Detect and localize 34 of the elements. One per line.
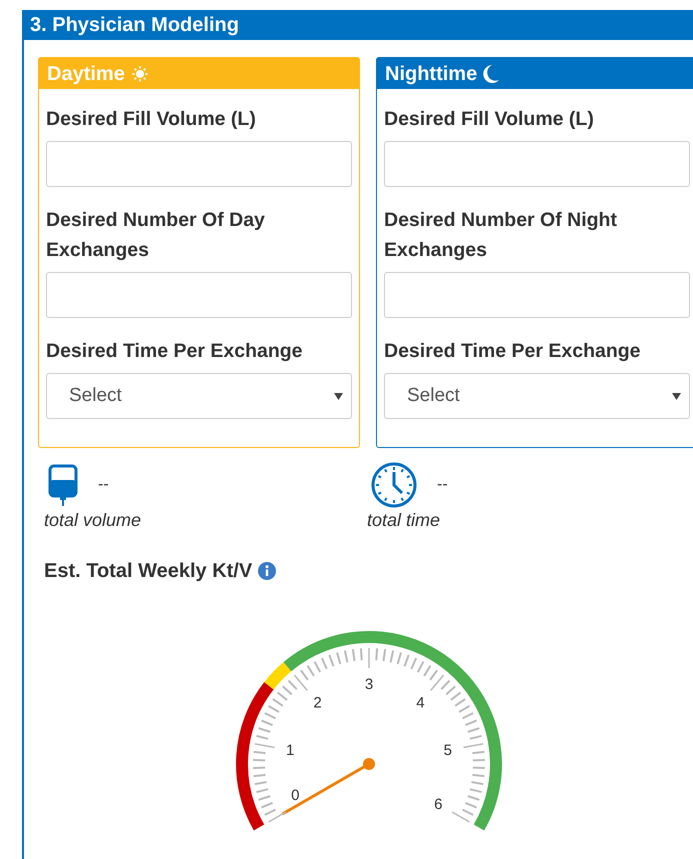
- input-field[interactable]: [384, 272, 690, 318]
- input-field[interactable]: [46, 272, 352, 318]
- tick-label: 3: [364, 676, 374, 693]
- total-caption: total volume: [44, 509, 142, 532]
- card-title: Daytime: [47, 62, 125, 86]
- gauge-title: Est. Total Weekly Kt/V: [44, 559, 252, 584]
- total-caption: total time: [367, 509, 442, 532]
- field-label: Desired Fill Volume (L): [46, 107, 257, 132]
- tick-label: 1: [286, 742, 294, 760]
- tick-label: 4: [416, 694, 425, 712]
- tick-label: 0: [291, 787, 300, 804]
- input-field[interactable]: [46, 141, 352, 187]
- field-label: Desired Time Per Exchange: [46, 339, 304, 364]
- tick-label: 6: [434, 796, 442, 813]
- caret-icon: [334, 392, 343, 400]
- panel-title: 3. Physician Modeling: [30, 13, 239, 38]
- clock-icon: [371, 462, 417, 508]
- field-label: Desired Fill Volume (L): [384, 107, 595, 132]
- field-label: Desired Number Of Day Exchanges: [46, 208, 266, 263]
- select-dropdown[interactable]: Select: [46, 373, 352, 419]
- sun-icon: [130, 64, 149, 82]
- tick-label: 2: [313, 694, 322, 712]
- select-dropdown[interactable]: Select: [384, 373, 690, 419]
- moon-icon: [483, 64, 500, 84]
- input-field[interactable]: [384, 141, 690, 187]
- info-icon[interactable]: [258, 562, 276, 580]
- card-title: Nighttime: [385, 62, 478, 86]
- caret-icon: [672, 392, 681, 400]
- iv-bag-icon: [48, 464, 78, 506]
- tick-label: 5: [444, 742, 452, 760]
- total-value: --: [437, 475, 448, 495]
- total-value: --: [98, 475, 109, 495]
- field-label: Desired Number Of Night Exchanges: [384, 208, 618, 263]
- field-label: Desired Time Per Exchange: [384, 339, 642, 364]
